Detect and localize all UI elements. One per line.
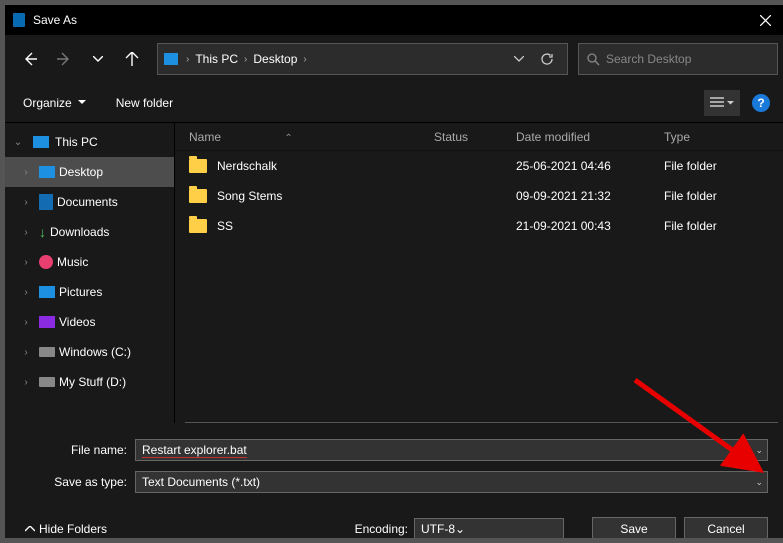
tree-root-thispc[interactable]: ⌄ This PC [5,127,174,157]
collapse-icon[interactable]: ⌄ [9,137,27,148]
bottom-pane: File name: Restart explorer.bat ⌄ Save a… [5,423,783,538]
up-button[interactable] [117,44,147,74]
tree-item-videos[interactable]: › Videos [5,307,174,337]
music-icon [39,255,53,269]
search-input[interactable]: Search Desktop [578,43,778,75]
refresh-button[interactable] [533,44,561,74]
caret-down-icon [727,101,734,105]
save-button[interactable]: Save [592,517,676,538]
expand-icon[interactable]: › [17,347,35,358]
chevron-down-icon [93,56,103,62]
view-mode-button[interactable] [704,90,740,116]
organize-button[interactable]: Organize [23,96,86,110]
chevron-down-icon[interactable]: ⌄ [755,477,763,488]
chevron-down-icon[interactable]: ⌄ [755,445,763,456]
address-dropdown[interactable] [505,44,533,74]
tree-item-documents[interactable]: › Documents [5,187,174,217]
pictures-icon [39,286,55,298]
chevron-right-icon[interactable]: › [240,54,251,65]
caret-down-icon [78,100,86,105]
hide-folders-button[interactable]: Hide Folders [25,522,107,536]
crumb-thispc[interactable]: This PC [193,52,240,66]
column-type[interactable]: Type [664,130,783,144]
folder-icon [189,219,207,233]
pc-icon [33,136,49,148]
window-title: Save As [33,13,742,27]
refresh-icon [540,52,554,66]
column-headers: Name ⌃ Status Date modified Type [175,123,783,151]
expand-icon[interactable]: › [17,227,35,238]
arrow-left-icon [23,52,37,66]
desktop-icon [39,166,55,178]
drive-icon [39,377,55,387]
app-icon [13,13,25,27]
download-icon: ↓ [39,224,46,240]
search-icon [587,53,600,66]
arrow-up-icon [125,52,139,66]
list-icon [710,97,724,109]
tree-item-drive-c[interactable]: › Windows (C:) [5,337,174,367]
file-list: Nerdschalk 25-06-2021 04:46 File folder … [175,151,783,423]
expand-icon[interactable]: › [17,377,35,388]
forward-button[interactable] [49,44,79,74]
saveastype-label: Save as type: [25,475,135,489]
crumb-desktop[interactable]: Desktop [251,52,299,66]
recent-button[interactable] [83,44,113,74]
chevron-right-icon[interactable]: › [299,54,310,65]
close-button[interactable] [742,5,783,35]
help-button[interactable]: ? [752,94,770,112]
file-row[interactable]: SS 21-09-2021 00:43 File folder [175,211,783,241]
drive-icon [39,347,55,357]
pc-icon [164,53,178,65]
filename-input[interactable]: Restart explorer.bat ⌄ [135,439,768,461]
document-icon [39,194,53,210]
column-date[interactable]: Date modified [516,130,664,144]
saveastype-combo[interactable]: Text Documents (*.txt) ⌄ [135,471,768,493]
save-as-dialog: Save As › This PC › Desktop › [5,5,783,538]
search-placeholder: Search Desktop [606,52,691,66]
tree-item-pictures[interactable]: › Pictures [5,277,174,307]
toolbar: Organize New folder ? [5,83,783,123]
expand-icon[interactable]: › [17,167,35,178]
expand-icon[interactable]: › [17,317,35,328]
encoding-combo[interactable]: UTF-8 ⌄ [414,518,564,538]
address-bar: › This PC › Desktop › Search Desktop [5,35,783,83]
nav-tree: ⌄ This PC › Desktop › Documents › ↓ Down… [5,123,175,423]
tree-item-drive-d[interactable]: › My Stuff (D:) [5,367,174,397]
file-row[interactable]: Song Stems 09-09-2021 21:32 File folder [175,181,783,211]
column-status[interactable]: Status [434,130,516,144]
titlebar: Save As [5,5,783,35]
file-row[interactable]: Nerdschalk 25-06-2021 04:46 File folder [175,151,783,181]
chevron-down-icon[interactable]: ⌄ [455,522,465,536]
folder-icon [189,159,207,173]
help-icon: ? [757,96,764,110]
tree-item-downloads[interactable]: › ↓ Downloads [5,217,174,247]
tree-item-music[interactable]: › Music [5,247,174,277]
cancel-button[interactable]: Cancel [684,517,768,538]
horizontal-scrollbar[interactable] [185,422,778,423]
folder-icon [189,189,207,203]
sort-asc-icon: ⌃ [284,133,292,144]
expand-icon[interactable]: › [17,257,35,268]
breadcrumb[interactable]: › This PC › Desktop › [157,43,568,75]
encoding-label: Encoding: [355,522,408,536]
expand-icon[interactable]: › [17,287,35,298]
videos-icon [39,316,55,328]
column-name[interactable]: Name ⌃ [189,130,434,144]
file-list-area: Name ⌃ Status Date modified Type Nerdsch… [175,123,783,423]
tree-item-desktop[interactable]: › Desktop [5,157,174,187]
filename-label: File name: [25,443,135,457]
close-icon [760,15,771,26]
back-button[interactable] [15,44,45,74]
chevron-down-icon [514,56,524,62]
arrow-right-icon [57,52,71,66]
expand-icon[interactable]: › [17,197,35,208]
chevron-up-icon [25,526,35,532]
chevron-right-icon[interactable]: › [182,54,193,65]
new-folder-button[interactable]: New folder [116,96,173,110]
